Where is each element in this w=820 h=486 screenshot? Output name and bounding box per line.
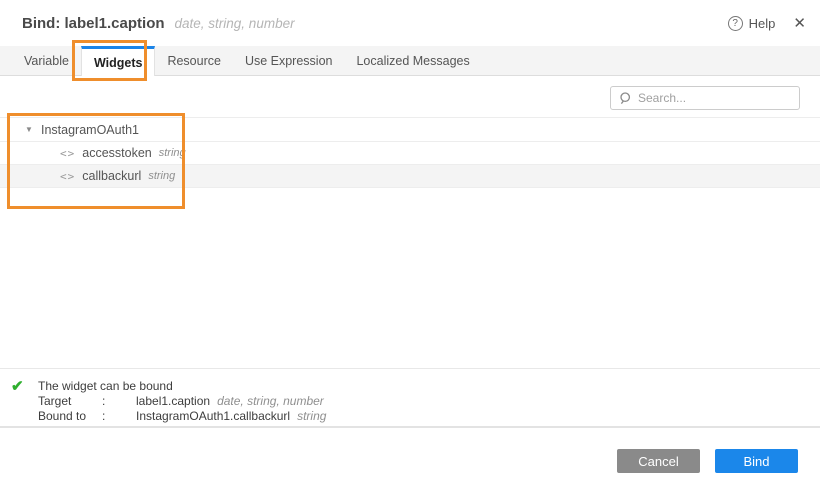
dialog-title: Bind: label1.caption [22,15,165,32]
tab-widgets[interactable]: Widgets [81,46,156,76]
status-row-label: Target [38,394,102,408]
dialog-header: Bind: label1.caption date, string, numbe… [0,0,820,46]
tab-bar: Variable Widgets Resource Use Expression… [0,46,820,76]
tree-node-label: callbackurl [82,169,141,183]
status-row-target: Target : label1.caption date, string, nu… [38,394,326,408]
help-button[interactable]: ? Help [728,16,776,31]
help-label[interactable]: Help [749,16,776,31]
tree-node-label: InstagramOAuth1 [41,123,139,137]
status-row-colon: : [102,409,136,423]
search-box[interactable] [610,86,800,110]
status-message: The widget can be bound [38,379,173,393]
cancel-button[interactable]: Cancel [617,449,700,473]
tab-variable[interactable]: Variable [12,46,81,75]
search-icon [619,92,632,105]
status-row-value: InstagramOAuth1.callbackurl [136,409,290,423]
status-row-hint: string [297,409,326,423]
code-brackets-icon: <> [60,170,75,183]
status-row-value: label1.caption [136,394,210,408]
tab-localized-messages[interactable]: Localized Messages [344,46,481,75]
widget-tree: ▼ InstagramOAuth1 <> accesstoken string … [0,117,820,188]
help-icon[interactable]: ? [728,16,743,31]
footer-actions: Cancel Bind [617,449,798,473]
tab-use-expression[interactable]: Use Expression [233,46,345,75]
tree-node-label: accesstoken [82,146,151,160]
close-icon[interactable]: ✕ [793,16,806,31]
dialog-title-types: date, string, number [175,16,295,31]
status-row-bound-to: Bound to : InstagramOAuth1.callbackurl s… [38,409,326,423]
status-row-colon: : [102,394,136,408]
caret-down-icon[interactable]: ▼ [25,125,41,134]
tree-node-accesstoken[interactable]: <> accesstoken string [0,142,820,165]
status-table: Target : label1.caption date, string, nu… [38,394,326,424]
tree-node-callbackurl[interactable]: <> callbackurl string [0,165,820,188]
search-input[interactable] [638,91,791,105]
status-section: ✔ The widget can be bound Target : label… [0,368,820,428]
code-brackets-icon: <> [60,147,75,160]
bind-button[interactable]: Bind [715,449,798,473]
tab-resource[interactable]: Resource [155,46,233,75]
tree-node-type: string [148,170,175,182]
header-actions: ? Help ✕ [728,16,806,31]
status-row-hint: date, string, number [217,394,324,408]
status-row-label: Bound to [38,409,102,423]
tree-node-instagramoauth1[interactable]: ▼ InstagramOAuth1 [0,118,820,142]
check-icon: ✔ [11,377,24,395]
tree-node-type: string [159,147,186,159]
